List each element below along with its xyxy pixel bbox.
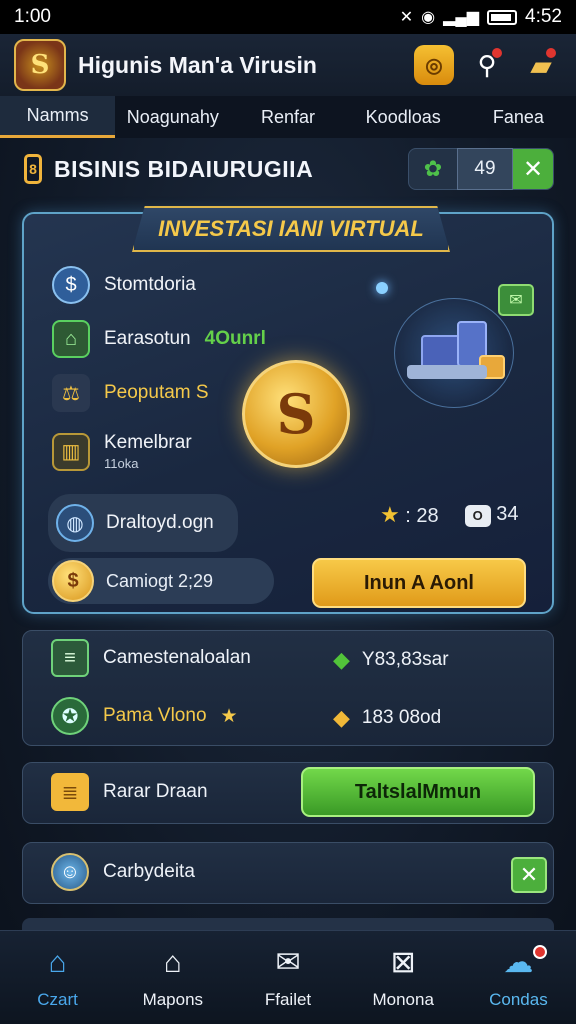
wifi-signal-icon: ◉ — [421, 9, 436, 26]
clover-icon: ✿ — [423, 156, 443, 181]
camera-icon: O — [464, 504, 491, 527]
chat-bubble-icon: ☁ — [503, 946, 534, 979]
status-time: 1:00 — [14, 6, 51, 27]
profile-panel: ☺ Carbydeita ✕ — [22, 842, 554, 904]
home-icon: ⌂ — [48, 945, 67, 979]
coin-icon: $ — [52, 560, 94, 602]
claim-button[interactable]: TaltslalMmun — [301, 767, 535, 817]
dollar-coin-icon: $ — [52, 266, 90, 304]
section-title: BISINIS BIDAIURUGIIA — [54, 155, 314, 182]
scroll-icon: ≣ — [51, 773, 89, 811]
scale-icon: ⚖ — [52, 374, 90, 412]
menu-item-draltoyd[interactable]: ◍ Draltoyd.ogn — [48, 494, 238, 552]
nav-item-3[interactable]: ✉ Ffailet — [230, 931, 345, 1024]
contract-panel: ≣ Rarar Draan TaltslalMmun — [22, 762, 554, 824]
mail-icon: ✉ — [275, 946, 301, 979]
tab-1[interactable]: Namms — [0, 96, 116, 138]
rating-stats: ★ : 28 O 34 — [380, 502, 519, 527]
close-button[interactable]: ✕ — [511, 857, 547, 893]
contract-row: ≣ Rarar Draan — [51, 773, 208, 811]
nav-item-1[interactable]: ⌂ Czart — [0, 931, 115, 1024]
app-title: Higunis Man'a Virusin — [78, 51, 317, 78]
gold-gem-icon: ◆ — [333, 705, 350, 730]
menu-item-stomtdoria[interactable]: $ Stomtdoria — [52, 266, 196, 304]
profile-row[interactable]: ☺ Carbydeita — [51, 853, 195, 891]
counter-value: 49 — [457, 148, 513, 190]
tab-2[interactable]: Noagunahy — [115, 96, 230, 138]
menu-item-kemelbrar[interactable]: ▥ Kemelbrar 11oka — [52, 432, 192, 471]
globe-icon: ◍ — [56, 504, 94, 542]
mute-icon: ✕ — [399, 9, 414, 26]
coin-shop-button[interactable]: ◎ — [414, 45, 454, 85]
status-clock: 4:52 — [525, 6, 562, 27]
star-icon: ★ — [380, 502, 400, 527]
isometric-assets-illustration — [394, 298, 514, 408]
tab-bar: Namms Noagunahy Renfar Koodloas Fanea — [0, 96, 576, 138]
section-header: 8 BISINIS BIDAIURUGIIA ✿ 49 ✕ — [24, 146, 554, 192]
badge-icon: ✪ — [51, 697, 89, 735]
green-gem-icon: ◆ — [333, 647, 350, 672]
notification-dot — [492, 48, 502, 58]
app-logo: S — [14, 39, 66, 91]
investment-card: INVESTASI IANI VIRTUAL $ Stomtdoria ⌂ Ea… — [22, 206, 554, 614]
coin-balance: $ Camiogt 2;29 — [48, 558, 274, 604]
house-icon: ⌂ — [52, 320, 90, 358]
gold-coin-icon: S — [242, 360, 350, 468]
earnings-value-2: ◆ 183 08od — [333, 705, 442, 730]
status-bar: 1:00 ✕ ◉ ▂▄▆ 4:52 — [0, 0, 576, 34]
menu-item-earasotun[interactable]: ⌂ Earasotun 4Ounrl — [52, 320, 266, 358]
business-icon: 8 — [24, 154, 42, 184]
nav-item-2[interactable]: ⌂ Mapons — [115, 931, 230, 1024]
document-icon: ≡ — [51, 639, 89, 677]
menu-item-peoputam[interactable]: ⚖ Peoputam S — [52, 374, 209, 412]
battery-icon — [487, 9, 518, 25]
earnings-panel: ≡ Camestenaloalan ◆ Y83,83sar ✪ Pama Vlo… — [22, 630, 554, 746]
star-icon: ★ — [220, 705, 238, 727]
tab-3[interactable]: Renfar — [230, 96, 345, 138]
nav-item-4[interactable]: ⊠ Monona — [346, 931, 461, 1024]
app-header: S Higunis Man'a Virusin ◎ ⚲ ▰ — [0, 34, 576, 96]
gold-bars-icon: ▥ — [52, 432, 90, 471]
next-panel-edge — [22, 918, 554, 930]
inbox-button[interactable]: ▰ — [520, 44, 562, 86]
nav-item-5[interactable]: ☁ Condas — [461, 931, 576, 1024]
bottom-nav: ⌂ Czart ⌂ Mapons ✉ Ffailet ⊠ Monona ☁ Co… — [0, 930, 576, 1024]
avatar: ☺ — [51, 853, 89, 891]
glow-dot — [376, 282, 388, 294]
search-button[interactable]: ⚲ — [466, 44, 508, 86]
chat-icon[interactable]: ✉ — [498, 284, 534, 316]
earnings-row-2[interactable]: ✪ Pama Vlono ★ — [51, 697, 238, 735]
earnings-value-1: ◆ Y83,83sar — [333, 647, 449, 672]
earnings-row-1[interactable]: ≡ Camestenaloalan — [51, 639, 251, 677]
signal-icon: ▂▄▆ — [443, 9, 480, 26]
invest-button[interactable]: Inun A Aonl — [312, 558, 526, 608]
house-icon: ⌂ — [163, 945, 182, 979]
tab-5[interactable]: Fanea — [461, 96, 576, 138]
close-button[interactable]: ✕ — [513, 149, 553, 189]
investment-banner: INVESTASI IANI VIRTUAL — [132, 206, 450, 252]
envelope-icon: ⊠ — [390, 946, 416, 979]
tab-4[interactable]: Koodloas — [346, 96, 461, 138]
notification-dot — [532, 945, 547, 959]
section-counter: ✿ 49 ✕ — [408, 148, 554, 190]
notification-dot — [546, 48, 556, 58]
